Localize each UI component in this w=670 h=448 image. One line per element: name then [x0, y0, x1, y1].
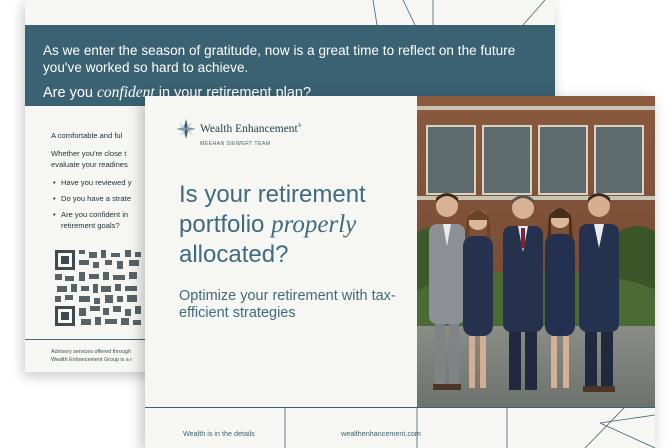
team-name: MEEHAN SIEWERT TEAM	[200, 141, 271, 147]
brand-name: Wealth Enhancement®	[200, 123, 302, 135]
intro-text: As we enter the season of gratitude, now…	[43, 43, 516, 75]
star-compass-icon	[176, 119, 196, 139]
website-link[interactable]: wealthenhancement.com	[341, 429, 421, 438]
subheadline: Optimize your retirement with tax-effici…	[179, 288, 396, 321]
brand-logo: Wealth Enhancement®	[175, 118, 302, 140]
footer-tagline: Wealth is in the details	[183, 429, 255, 438]
headline: Is your retirement portfolio properly al…	[179, 181, 366, 268]
qr-code-icon[interactable]	[53, 248, 143, 328]
header-band: As we enter the season of gratitude, now…	[25, 25, 555, 106]
decorative-lines	[284, 407, 655, 448]
decorative-lines	[372, 0, 546, 25]
disclosure-text: Advisory services offered through Wealth…	[51, 349, 133, 363]
headline-emphasis: properly	[271, 211, 357, 238]
team-photo	[417, 96, 655, 407]
front-postcard: Wealth Enhancement® MEEHAN SIEWERT TEAM …	[145, 96, 655, 448]
